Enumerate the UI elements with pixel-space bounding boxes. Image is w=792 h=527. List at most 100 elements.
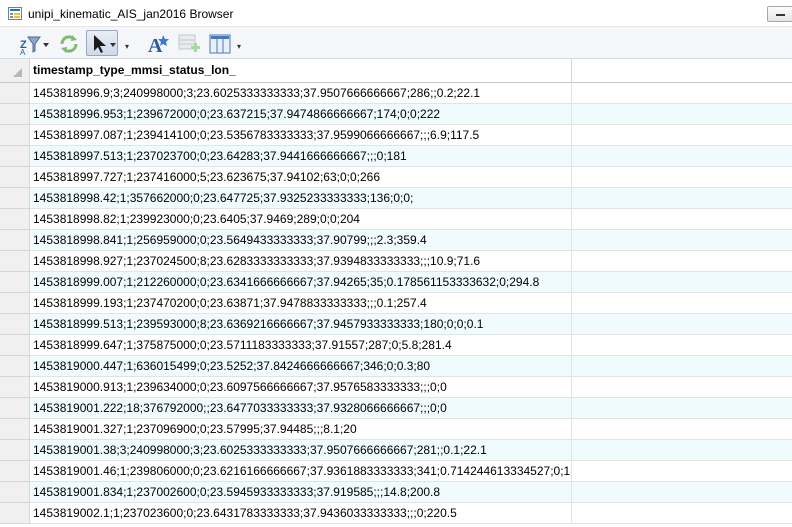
row-empty-area [572,251,792,272]
table-cell[interactable]: 1453819001.46;1;239806000;0;23.621616666… [30,461,572,482]
column-header[interactable]: timestamp_type_mmsi_status_lon_ [30,59,572,83]
row-selector[interactable] [0,230,30,251]
pointer-icon [94,35,116,53]
row-empty-area [572,335,792,356]
table-row[interactable]: 1453818996.953;1;239672000;0;23.637215;3… [0,104,792,125]
table-row[interactable]: 1453818997.087;1;239414100;0;23.53567833… [0,125,792,146]
table-cell[interactable]: 1453818996.9;3;240998000;3;23.6025333333… [30,83,572,104]
table-grid: timestamp_type_mmsi_status_lon_ 14538189… [0,59,792,527]
row-selector[interactable] [0,335,30,356]
row-empty-area [572,230,792,251]
row-selector[interactable] [0,251,30,272]
table-cell[interactable]: 1453818997.513;1;237023700;0;23.64283;37… [30,146,572,167]
minimize-button[interactable] [767,6,792,22]
svg-text:A: A [20,48,26,57]
select-all-corner[interactable] [0,59,30,83]
table-cell[interactable]: 1453818997.727;1;237416000;5;23.623675;3… [30,167,572,188]
row-empty-area [572,104,792,125]
table-cell[interactable]: 1453818999.513;1;239593000;8;23.63692166… [30,314,572,335]
add-rows-button[interactable] [175,30,201,56]
select-pointer-button[interactable] [86,30,118,56]
table-row[interactable]: 1453818997.727;1;237416000;5;23.623675;3… [0,167,792,188]
row-selector[interactable] [0,440,30,461]
refresh-button[interactable] [55,30,81,56]
table-cell[interactable]: 1453818998.927;1;237024500;8;23.62833333… [30,251,572,272]
row-selector[interactable] [0,167,30,188]
table-row[interactable]: 1453819001.46;1;239806000;0;23.621616666… [0,461,792,482]
row-selector[interactable] [0,293,30,314]
table-cell[interactable]: 1453818999.193;1;237470200;0;23.63871;37… [30,293,572,314]
table-cell[interactable]: 1453818998.841;1;256959000;0;23.56494333… [30,230,572,251]
table-row[interactable]: 1453819001.327;1;237096900;0;23.57995;37… [0,419,792,440]
table-row[interactable]: 1453819002.1;1;237023600;0;23.6431783333… [0,503,792,524]
table-row[interactable]: 1453818998.82;1;239923000;0;23.6405;37.9… [0,209,792,230]
table-row[interactable]: 1453818999.647;1;375875000;0;23.57111833… [0,335,792,356]
minimize-icon [776,14,785,16]
row-selector[interactable] [0,314,30,335]
row-selector[interactable] [0,482,30,503]
window-title: unipi_kinematic_AIS_jan2016 Browser [28,7,234,21]
row-selector[interactable] [0,188,30,209]
text-style-icon: A [148,35,169,57]
refresh-icon [60,35,78,53]
column-header-empty [572,59,792,83]
row-empty-area [572,188,792,209]
table-row[interactable]: 1453818999.007;1;212260000;0;23.63416666… [0,272,792,293]
corner-triangle-icon [13,68,22,77]
table-row[interactable]: 1453819000.447;1;636015499;0;23.5252;37.… [0,356,792,377]
table-row[interactable]: 1453818999.193;1;237470200;0;23.63871;37… [0,293,792,314]
row-selector[interactable] [0,398,30,419]
columns-icon [209,34,231,54]
row-selector[interactable] [0,272,30,293]
table-cell[interactable]: 1453819001.38;3;240998000;3;23.602533333… [30,440,572,461]
table-cell[interactable]: 1453818999.647;1;375875000;0;23.57111833… [30,335,572,356]
table-cell[interactable]: 1453818996.953;1;239672000;0;23.637215;3… [30,104,572,125]
sort-filter-button[interactable]: Z A [16,30,50,57]
row-selector[interactable] [0,125,30,146]
table-cell[interactable]: 1453818998.42;1;357662000;0;23.647725;37… [30,188,572,209]
row-selector[interactable] [0,461,30,482]
row-selector[interactable] [0,377,30,398]
table-cell[interactable]: 1453818997.087;1;239414100;0;23.53567833… [30,125,572,146]
table-cell[interactable]: 1453818998.82;1;239923000;0;23.6405;37.9… [30,209,572,230]
row-empty-area [572,125,792,146]
sort-filter-icon: Z A [20,36,49,57]
table-row[interactable]: 1453819000.913;1;239634000;0;23.60975666… [0,377,792,398]
table-row[interactable]: 1453818997.513;1;237023700;0;23.64283;37… [0,146,792,167]
toolbar: Z A ▾ A ▾ [0,27,792,59]
table-row[interactable]: 1453819001.38;3;240998000;3;23.602533333… [0,440,792,461]
row-empty-area [572,440,792,461]
title-bar: unipi_kinematic_AIS_jan2016 Browser [0,0,792,27]
table-cell[interactable]: 1453819002.1;1;237023600;0;23.6431783333… [30,503,572,524]
row-selector[interactable] [0,104,30,125]
table-row[interactable]: 1453818998.42;1;357662000;0;23.647725;37… [0,188,792,209]
table-cell[interactable]: 1453819000.913;1;239634000;0;23.60975666… [30,377,572,398]
row-empty-area [572,146,792,167]
table-cell[interactable]: 1453819000.447;1;636015499;0;23.5252;37.… [30,356,572,377]
row-selector[interactable] [0,356,30,377]
row-empty-area [572,83,792,104]
row-empty-area [572,314,792,335]
table-cell[interactable]: 1453818999.007;1;212260000;0;23.63416666… [30,272,572,293]
row-selector[interactable] [0,419,30,440]
row-selector[interactable] [0,83,30,104]
table-row[interactable]: 1453818999.513;1;239593000;8;23.63692166… [0,314,792,335]
table-row[interactable]: 1453818998.927;1;237024500;8;23.62833333… [0,251,792,272]
table-cell[interactable]: 1453819001.834;1;237002600;0;23.59459333… [30,482,572,503]
row-selector[interactable] [0,209,30,230]
table-browser-icon [8,7,22,20]
toolbar-overflow-icon-2[interactable]: ▾ [237,42,241,51]
text-style-button[interactable]: A [144,30,170,57]
row-selector[interactable] [0,503,30,524]
toolbar-overflow-icon[interactable]: ▾ [125,42,129,51]
table-cell[interactable]: 1453819001.327;1;237096900;0;23.57995;37… [30,419,572,440]
table-row[interactable]: 1453819001.222;18;376792000;;23.64770333… [0,398,792,419]
table-cell[interactable]: 1453819001.222;18;376792000;;23.64770333… [30,398,572,419]
table-row[interactable]: 1453818996.9;3;240998000;3;23.6025333333… [0,83,792,104]
columns-button[interactable] [206,30,232,56]
row-empty-area [572,356,792,377]
row-selector[interactable] [0,146,30,167]
table-row[interactable]: 1453818998.841;1;256959000;0;23.56494333… [0,230,792,251]
row-empty-area [572,482,792,503]
table-row[interactable]: 1453819001.834;1;237002600;0;23.59459333… [0,482,792,503]
